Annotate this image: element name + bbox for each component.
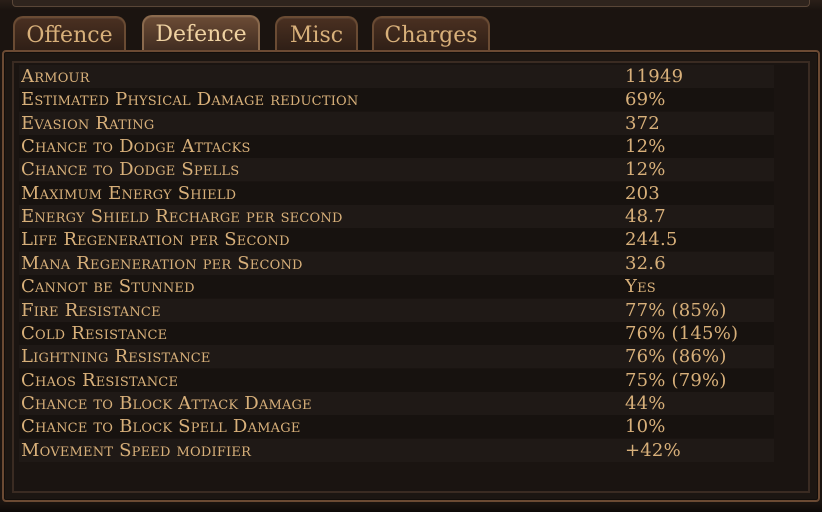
stat-name: Cold Resistance	[21, 322, 168, 344]
stat-name: Cannot be Stunned	[21, 276, 195, 298]
stat-value: 75% (79%)	[625, 369, 727, 391]
stat-name: Maximum Energy Shield	[21, 182, 237, 204]
top-scrollbar[interactable]	[12, 0, 810, 7]
stat-row-maximum-energy-shield: Maximum Energy Shield 203	[19, 181, 774, 205]
stat-name: Chance to Block Attack Damage	[21, 392, 312, 414]
defence-panel: Armour 11949 Estimated Physical Damage r…	[2, 50, 820, 502]
stat-row-block-attack-damage: Chance to Block Attack Damage 44%	[19, 392, 774, 415]
character-stats-window: Offence Defence Misc Charges Armour 1194…	[0, 0, 822, 512]
stat-name: Movement Speed modifier	[21, 439, 252, 461]
stat-value: 203	[625, 182, 660, 204]
stat-name: Evasion Rating	[21, 112, 155, 134]
tab-misc[interactable]: Misc	[275, 16, 358, 54]
stat-name: Chance to Block Spell Damage	[21, 416, 301, 438]
stat-value: 44%	[625, 392, 666, 414]
stat-value: 32.6	[625, 252, 666, 274]
stat-value: 372	[625, 112, 660, 134]
stat-row-cold-resistance: Cold Resistance 76% (145%)	[19, 321, 774, 345]
stat-row-evasion-rating: Evasion Rating 372	[19, 112, 774, 135]
stat-value: 11949	[625, 66, 684, 87]
stat-tabs: Offence Defence Misc Charges	[0, 10, 822, 56]
stat-name: Armour	[21, 66, 90, 87]
tab-charges[interactable]: Charges	[372, 16, 490, 54]
stat-value: 69%	[625, 89, 666, 111]
stat-name: Energy Shield Recharge per second	[21, 206, 343, 228]
stat-name: Estimated Physical Damage reduction	[21, 89, 359, 111]
stats-container: Armour 11949 Estimated Physical Damage r…	[12, 61, 810, 493]
stat-row-cannot-be-stunned: Cannot be Stunned Yes	[19, 275, 774, 299]
stat-name: Chance to Dodge Spells	[21, 159, 240, 181]
stat-row-mana-regeneration: Mana Regeneration per Second 32.6	[19, 252, 774, 275]
bottom-shadow	[0, 502, 822, 512]
stat-row-fire-resistance: Fire Resistance 77% (85%)	[19, 299, 774, 322]
stat-row-block-spell-damage: Chance to Block Spell Damage 10%	[19, 415, 774, 439]
stat-value: 76% (86%)	[625, 346, 727, 368]
stat-row-armour: Armour 11949	[19, 65, 774, 88]
stat-name: Chaos Resistance	[21, 369, 179, 391]
stat-row-physical-damage-reduction: Estimated Physical Damage reduction 69%	[19, 88, 774, 112]
stat-row-chaos-resistance: Chaos Resistance 75% (79%)	[19, 368, 774, 392]
top-edge	[0, 0, 822, 10]
stat-name: Chance to Dodge Attacks	[21, 136, 251, 158]
stat-row-dodge-attacks: Chance to Dodge Attacks 12%	[19, 135, 774, 159]
stat-value: Yes	[625, 276, 656, 298]
stat-value: 48.7	[625, 206, 666, 228]
stat-value: +42%	[625, 439, 681, 461]
stat-row-energy-shield-recharge: Energy Shield Recharge per second 48.7	[19, 205, 774, 228]
stat-value: 244.5	[625, 229, 678, 251]
stat-value: 12%	[625, 159, 666, 181]
stat-row-lightning-resistance: Lightning Resistance 76% (86%)	[19, 345, 774, 368]
stat-value: 77% (85%)	[625, 299, 727, 321]
stat-row-movement-speed: Movement Speed modifier +42%	[19, 439, 774, 462]
stat-row-life-regeneration: Life Regeneration per Second 244.5	[19, 228, 774, 252]
stat-value: 76% (145%)	[625, 322, 739, 344]
stat-name: Lightning Resistance	[21, 346, 211, 368]
stat-row-dodge-spells: Chance to Dodge Spells 12%	[19, 158, 774, 181]
stats-list: Armour 11949 Estimated Physical Damage r…	[19, 65, 774, 463]
tab-offence[interactable]: Offence	[13, 16, 126, 54]
stat-name: Mana Regeneration per Second	[21, 252, 303, 274]
stat-name: Fire Resistance	[21, 299, 161, 321]
stat-value: 10%	[625, 416, 666, 438]
stat-name: Life Regeneration per Second	[21, 229, 290, 251]
stat-value: 12%	[625, 136, 666, 158]
